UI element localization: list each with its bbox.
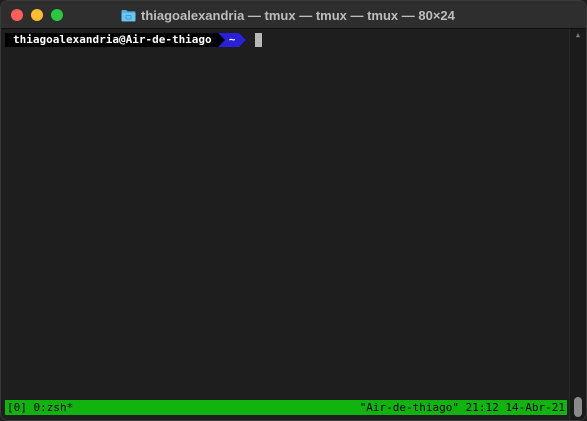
title-bar[interactable]: thiagoalexandria — tmux — tmux — tmux — … <box>1 1 586 29</box>
text-cursor <box>255 33 263 47</box>
shell-prompt: thiagoalexandria@Air-de-thiago ~ <box>5 33 263 47</box>
minimize-button[interactable] <box>31 9 43 21</box>
zoom-button[interactable] <box>51 9 63 21</box>
window-title-group: thiagoalexandria — tmux — tmux — tmux — … <box>121 6 455 24</box>
terminal-content[interactable]: thiagoalexandria@Air-de-thiago ~ [0] 0:z… <box>1 29 571 420</box>
prompt-user-host: thiagoalexandria@Air-de-thiago <box>5 33 218 47</box>
prompt-separator-arrow <box>217 33 225 47</box>
prompt-directory: ~ <box>224 33 240 47</box>
tmux-window-list[interactable]: [0] 0:zsh* <box>7 400 73 415</box>
folder-icon <box>121 9 136 21</box>
prompt-end-arrow <box>239 33 247 47</box>
vertical-scrollbar[interactable]: ▲ <box>569 29 586 420</box>
tmux-host-time: "Air-de-thiago" 21:12 14-Abr-21 <box>359 401 565 414</box>
window-title: thiagoalexandria — tmux — tmux — tmux — … <box>141 7 455 23</box>
scroll-up-icon[interactable]: ▲ <box>574 31 582 39</box>
tmux-status-bar: [0] 0:zsh* "Air-de-thiago" 21:12 14-Abr-… <box>5 400 567 415</box>
close-button[interactable] <box>11 9 23 21</box>
scrollbar-thumb[interactable] <box>574 397 582 417</box>
terminal-window: thiagoalexandria — tmux — tmux — tmux — … <box>0 0 587 421</box>
